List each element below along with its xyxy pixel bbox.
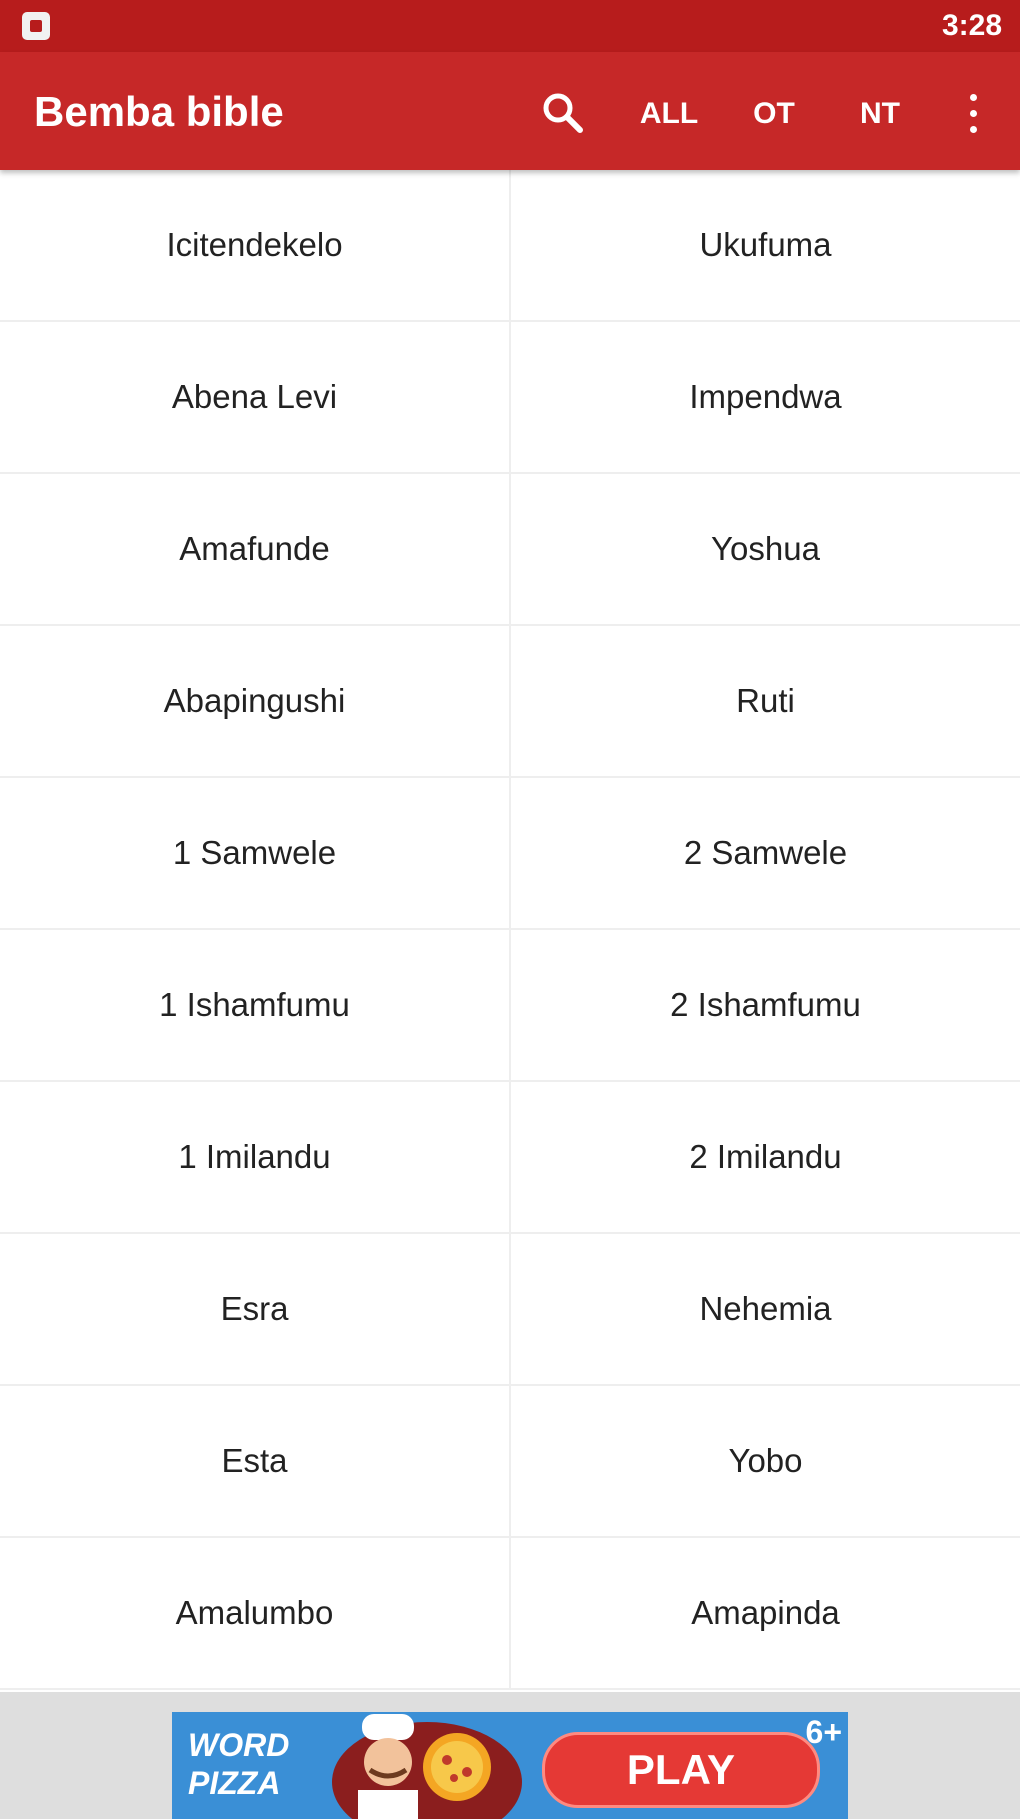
ad-title: WORD PIZZA: [188, 1726, 298, 1802]
book-item[interactable]: Icitendekelo: [0, 170, 511, 320]
book-item[interactable]: Impendwa: [511, 322, 1020, 472]
book-row: Abena Levi Impendwa: [0, 322, 1020, 474]
book-item[interactable]: 2 Imilandu: [511, 1082, 1020, 1232]
book-item[interactable]: Ukufuma: [511, 170, 1020, 320]
search-icon: [543, 93, 583, 133]
book-row: 1 Ishamfumu 2 Ishamfumu: [0, 930, 1020, 1082]
ad-title-line1: WORD: [188, 1727, 290, 1763]
ad-title-line2: PIZZA: [188, 1765, 281, 1801]
book-item[interactable]: Ruti: [511, 626, 1020, 776]
book-row: Icitendekelo Ukufuma: [0, 170, 1020, 322]
app-bar: Bemba bible ALL OT NT: [0, 52, 1020, 170]
ad-area: WORD PIZZA PLAY 6+: [0, 1692, 1020, 1819]
book-item[interactable]: Yoshua: [511, 474, 1020, 624]
book-item[interactable]: Esta: [0, 1386, 511, 1536]
book-item[interactable]: 1 Imilandu: [0, 1082, 511, 1232]
book-grid: Icitendekelo Ukufuma Abena Levi Impendwa…: [0, 170, 1020, 1692]
filter-nt-button[interactable]: NT: [850, 92, 910, 136]
filter-ot-button[interactable]: OT: [744, 92, 804, 136]
book-row: Amafunde Yoshua: [0, 474, 1020, 626]
status-time: 3:28: [941, 9, 1002, 42]
app-notification-icon: [22, 12, 50, 40]
search-button[interactable]: [536, 86, 590, 140]
more-options-button[interactable]: [958, 88, 988, 142]
book-item[interactable]: 2 Ishamfumu: [511, 930, 1020, 1080]
ad-banner[interactable]: WORD PIZZA PLAY 6+: [172, 1712, 848, 1819]
book-item[interactable]: Esra: [0, 1234, 511, 1384]
book-item[interactable]: Nehemia: [511, 1234, 1020, 1384]
book-row: 1 Imilandu 2 Imilandu: [0, 1082, 1020, 1234]
book-item[interactable]: Abena Levi: [0, 322, 511, 472]
book-item[interactable]: 1 Samwele: [0, 778, 511, 928]
book-item[interactable]: 2 Samwele: [511, 778, 1020, 928]
book-row: Esra Nehemia: [0, 1234, 1020, 1386]
book-item[interactable]: Amalumbo: [0, 1538, 511, 1688]
book-row: Abapingushi Ruti: [0, 626, 1020, 778]
app-title: Bemba bible: [34, 88, 284, 135]
book-row: Amalumbo Amapinda: [0, 1538, 1020, 1690]
ad-play-button[interactable]: PLAY: [542, 1732, 820, 1808]
chef-with-pizza-icon: [332, 1714, 522, 1819]
book-item[interactable]: Amafunde: [0, 474, 511, 624]
book-item[interactable]: Amapinda: [511, 1538, 1020, 1688]
book-row: 1 Samwele 2 Samwele: [0, 778, 1020, 930]
ad-rating-badge: 6+: [805, 1714, 842, 1750]
book-row: Esta Yobo: [0, 1386, 1020, 1538]
book-item[interactable]: 1 Ishamfumu: [0, 930, 511, 1080]
status-bar: 3:28: [0, 0, 1020, 52]
filter-all-button[interactable]: ALL: [634, 92, 704, 136]
book-item[interactable]: Yobo: [511, 1386, 1020, 1536]
book-item[interactable]: Abapingushi: [0, 626, 511, 776]
